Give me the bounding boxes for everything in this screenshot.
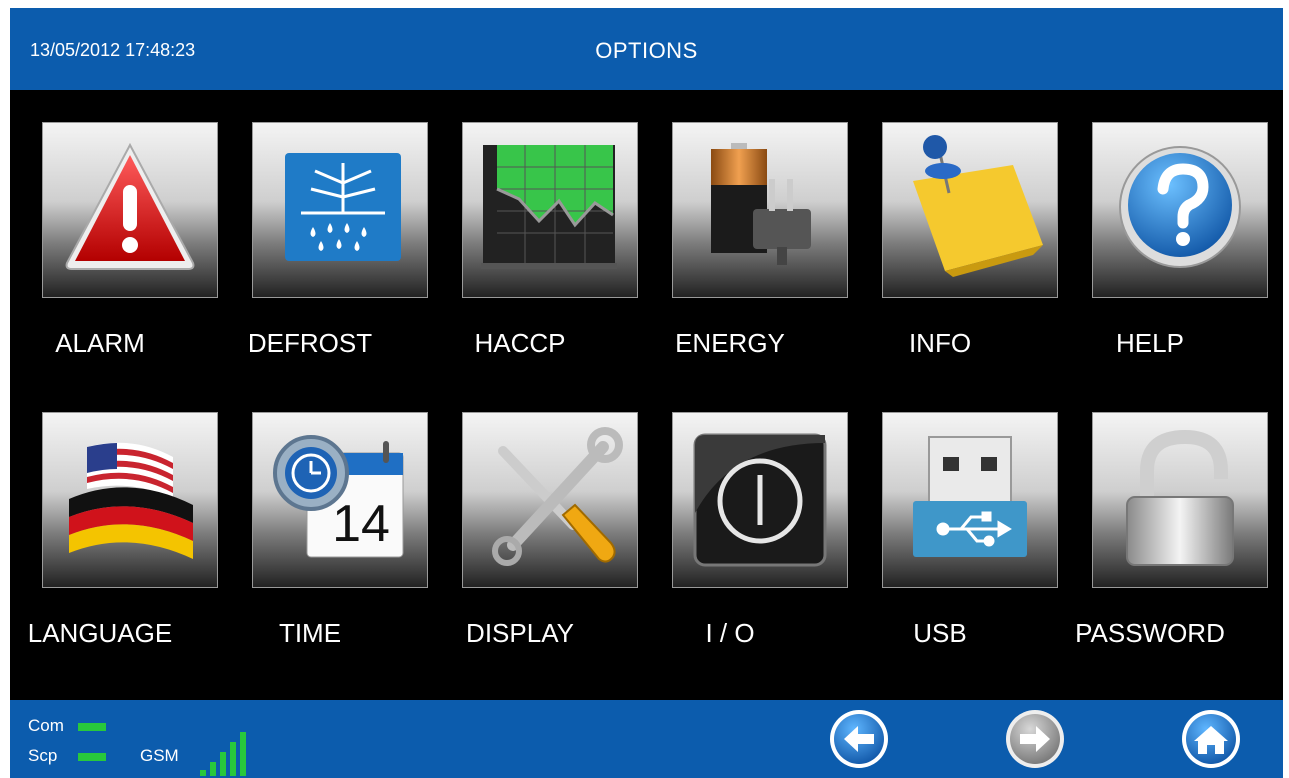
info-button[interactable]	[882, 122, 1058, 298]
time-button[interactable]: 14	[252, 412, 428, 588]
gsm-label: GSM	[140, 746, 179, 765]
usb-label: USB	[913, 618, 967, 648]
arrow-left-icon	[830, 710, 888, 768]
io-label: I / O	[705, 618, 755, 648]
alarm-button[interactable]	[42, 122, 218, 298]
options-screen: 13/05/2012 17:48:23 OPTIONS ALARM DEFROS…	[10, 8, 1283, 778]
status-bar: Com Scp GSM	[10, 700, 1283, 778]
gsm-signal-icon	[200, 732, 252, 776]
haccp-chart-icon	[481, 145, 617, 269]
usb-icon	[913, 436, 1027, 557]
haccp-button[interactable]	[462, 122, 638, 298]
home-button[interactable]	[1180, 708, 1242, 770]
info-label: INFO	[908, 328, 972, 358]
arrow-right-icon	[1006, 710, 1064, 768]
display-tools-icon	[492, 427, 623, 566]
top-bar: 13/05/2012 17:48:23 OPTIONS	[10, 8, 1283, 90]
scp-label: Scp	[28, 746, 58, 765]
haccp-label: HACCP	[474, 328, 566, 358]
page-title: OPTIONS	[595, 38, 698, 63]
defrost-button[interactable]	[252, 122, 428, 298]
time-clock-calendar-icon: 14	[273, 435, 404, 558]
energy-battery-plug-icon	[711, 143, 811, 265]
help-question-icon	[1119, 146, 1241, 268]
alarm-warning-icon	[65, 142, 195, 270]
forward-button[interactable]	[1004, 708, 1066, 770]
password-padlock-icon	[1126, 429, 1234, 566]
help-button[interactable]	[1092, 122, 1268, 298]
calendar-day: 14	[332, 495, 390, 553]
password-label: PASSWORD	[1075, 618, 1225, 648]
energy-button[interactable]	[672, 122, 848, 298]
language-button[interactable]	[42, 412, 218, 588]
scp-indicator	[78, 753, 106, 761]
language-flags-icon	[69, 442, 193, 559]
com-indicator	[78, 723, 106, 731]
defrost-snowflake-icon	[285, 153, 401, 261]
energy-label: ENERGY	[675, 328, 785, 358]
io-button[interactable]	[672, 412, 848, 588]
language-label: LANGUAGE	[27, 618, 173, 648]
io-power-icon	[693, 433, 827, 567]
defrost-label: DEFROST	[247, 328, 373, 358]
help-label: HELP	[1116, 328, 1184, 358]
back-button[interactable]	[828, 708, 890, 770]
info-note-pin-icon	[913, 135, 1043, 277]
time-label: TIME	[278, 618, 342, 648]
display-button[interactable]	[462, 412, 638, 588]
password-button[interactable]	[1092, 412, 1268, 588]
home-icon	[1182, 710, 1240, 768]
com-label: Com	[28, 716, 64, 735]
usb-button[interactable]	[882, 412, 1058, 588]
display-label: DISPLAY	[466, 618, 574, 648]
options-grid: ALARM DEFROST HACCP ENERGY INFO HELP LAN…	[10, 90, 1283, 700]
alarm-label: ALARM	[55, 328, 145, 358]
